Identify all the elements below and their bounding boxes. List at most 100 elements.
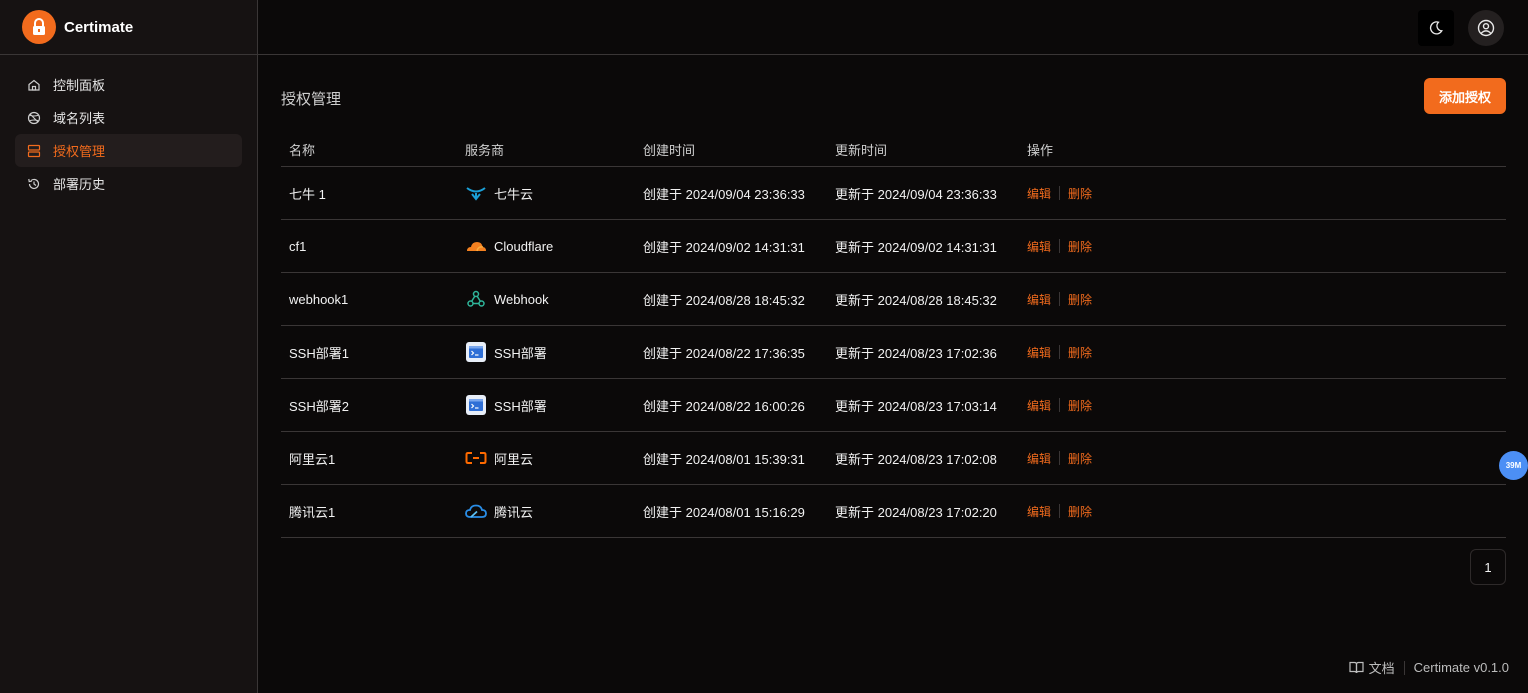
action-divider (1059, 398, 1061, 412)
access-table: 名称 服务商 创建时间 更新时间 操作 七牛 1 七牛云 创建于 2024/09… (281, 132, 1506, 538)
action-divider (1059, 345, 1061, 359)
updated-time: 更新于 2024/08/23 17:03:14 (835, 398, 997, 414)
edit-link[interactable]: 编辑 (1027, 503, 1051, 520)
provider-cell: 七牛云 (458, 182, 636, 204)
access-name: cf1 (289, 238, 307, 254)
theme-toggle-button[interactable] (1418, 10, 1454, 46)
sidebar-nav: 控制面板 域名列表 授权管理 部署历史 (0, 55, 257, 200)
created-time: 创建于 2024/08/01 15:16:29 (643, 504, 805, 520)
server-icon (27, 144, 41, 158)
created-time: 创建于 2024/09/02 14:31:31 (643, 239, 805, 255)
edit-link[interactable]: 编辑 (1027, 450, 1051, 467)
pagination-page-1[interactable]: 1 (1470, 549, 1506, 585)
updated-time: 更新于 2024/09/02 14:31:31 (835, 239, 997, 255)
delete-link[interactable]: 删除 (1068, 344, 1092, 361)
access-name: SSH部署1 (289, 345, 349, 361)
table-row: 七牛 1 七牛云 创建于 2024/09/04 23:36:33 更新于 202… (281, 167, 1506, 220)
floating-memory-badge[interactable]: 39M (1499, 451, 1528, 480)
actions-cell: 编辑 删除 (1020, 185, 1092, 202)
actions-cell: 编辑 删除 (1020, 344, 1092, 361)
app-name: Certimate (64, 18, 134, 36)
actions-cell: 编辑 删除 (1020, 291, 1092, 308)
sidebar-item-label: 域名列表 (53, 111, 106, 126)
column-header-created: 创建时间 (643, 142, 696, 158)
delete-link[interactable]: 删除 (1068, 503, 1092, 520)
provider-cell: 腾讯云 (458, 500, 636, 522)
sidebar: Certimate 控制面板 域名列表 授权管理 部署历史 (0, 0, 258, 693)
actions-cell: 编辑 删除 (1020, 503, 1092, 520)
access-name: 七牛 1 (289, 186, 326, 202)
sidebar-item-history[interactable]: 部署历史 (15, 167, 242, 200)
delete-link[interactable]: 删除 (1068, 291, 1092, 308)
provider-name: SSH部署 (494, 398, 547, 414)
sidebar-item-access[interactable]: 授权管理 (15, 134, 242, 167)
table-row: cf1 Cloudflare 创建于 2024/09/02 14:31:31 更… (281, 220, 1506, 273)
page-title: 授权管理 (281, 91, 342, 108)
ssh-icon (465, 341, 487, 363)
column-header-updated: 更新时间 (835, 142, 888, 158)
top-header (258, 0, 1528, 55)
actions-cell: 编辑 删除 (1020, 397, 1092, 414)
book-open-icon (1349, 661, 1364, 674)
edit-link[interactable]: 编辑 (1027, 185, 1051, 202)
provider-name: 腾讯云 (494, 504, 534, 520)
provider-cell: Webhook (458, 288, 636, 310)
docs-link[interactable]: 文档 (1349, 658, 1395, 677)
moon-icon (1429, 21, 1443, 35)
updated-time: 更新于 2024/08/23 17:02:36 (835, 345, 997, 361)
sidebar-item-label: 部署历史 (53, 177, 106, 192)
action-divider (1059, 292, 1061, 306)
delete-link[interactable]: 删除 (1068, 185, 1092, 202)
action-divider (1059, 504, 1061, 518)
footer-divider (1403, 660, 1405, 675)
table-header: 名称 服务商 创建时间 更新时间 操作 (281, 132, 1506, 167)
provider-name: Cloudflare (494, 238, 554, 254)
delete-link[interactable]: 删除 (1068, 397, 1092, 414)
sidebar-item-label: 授权管理 (53, 144, 106, 159)
provider-cell: Cloudflare (458, 235, 636, 257)
provider-name: 七牛云 (494, 186, 534, 202)
table-row: 阿里云1 阿里云 创建于 2024/08/01 15:39:31 更新于 202… (281, 432, 1506, 485)
created-time: 创建于 2024/08/01 15:39:31 (643, 451, 805, 467)
table-row: SSH部署2 SSH部署 创建于 2024/08/22 16:00:26 更新于… (281, 379, 1506, 432)
actions-cell: 编辑 删除 (1020, 450, 1092, 467)
actions-cell: 编辑 删除 (1020, 238, 1092, 255)
updated-time: 更新于 2024/08/23 17:02:20 (835, 504, 997, 520)
provider-cell: SSH部署 (458, 394, 636, 416)
action-divider (1059, 186, 1061, 200)
table-row: 腾讯云1 腾讯云 创建于 2024/08/01 15:16:29 更新于 202… (281, 485, 1506, 538)
action-divider (1059, 239, 1061, 253)
add-access-button[interactable]: 添加授权 (1424, 78, 1506, 114)
tencent-cloud-icon (465, 500, 487, 522)
user-menu-button[interactable] (1468, 10, 1504, 46)
edit-link[interactable]: 编辑 (1027, 291, 1051, 308)
updated-time: 更新于 2024/08/28 18:45:32 (835, 292, 997, 308)
edit-link[interactable]: 编辑 (1027, 344, 1051, 361)
sidebar-item-label: 控制面板 (53, 78, 106, 93)
delete-link[interactable]: 删除 (1068, 450, 1092, 467)
created-time: 创建于 2024/09/04 23:36:33 (643, 186, 805, 202)
brand: Certimate (0, 0, 257, 55)
provider-name: Webhook (494, 291, 549, 307)
cloudflare-icon (465, 235, 487, 257)
version-text: Certimate v0.1.0 (1413, 660, 1509, 675)
created-time: 创建于 2024/08/22 17:36:35 (643, 345, 805, 361)
edit-link[interactable]: 编辑 (1027, 238, 1051, 255)
edit-link[interactable]: 编辑 (1027, 397, 1051, 414)
access-name: 腾讯云1 (289, 504, 336, 520)
home-icon (27, 78, 41, 92)
docs-label: 文档 (1368, 661, 1395, 676)
created-time: 创建于 2024/08/22 16:00:26 (643, 398, 805, 414)
sidebar-item-domains[interactable]: 域名列表 (15, 101, 242, 134)
created-time: 创建于 2024/08/28 18:45:32 (643, 292, 805, 308)
lock-logo-icon[interactable] (22, 10, 56, 44)
aliyun-icon (465, 447, 487, 469)
table-row: webhook1 Webhook 创建于 2024/08/28 18:45:32… (281, 273, 1506, 326)
column-header-actions: 操作 (1027, 142, 1054, 158)
ssh-icon (465, 394, 487, 416)
updated-time: 更新于 2024/09/04 23:36:33 (835, 186, 997, 202)
delete-link[interactable]: 删除 (1068, 238, 1092, 255)
action-divider (1059, 451, 1061, 465)
sidebar-item-dashboard[interactable]: 控制面板 (15, 68, 242, 101)
column-header-name: 名称 (289, 142, 316, 158)
